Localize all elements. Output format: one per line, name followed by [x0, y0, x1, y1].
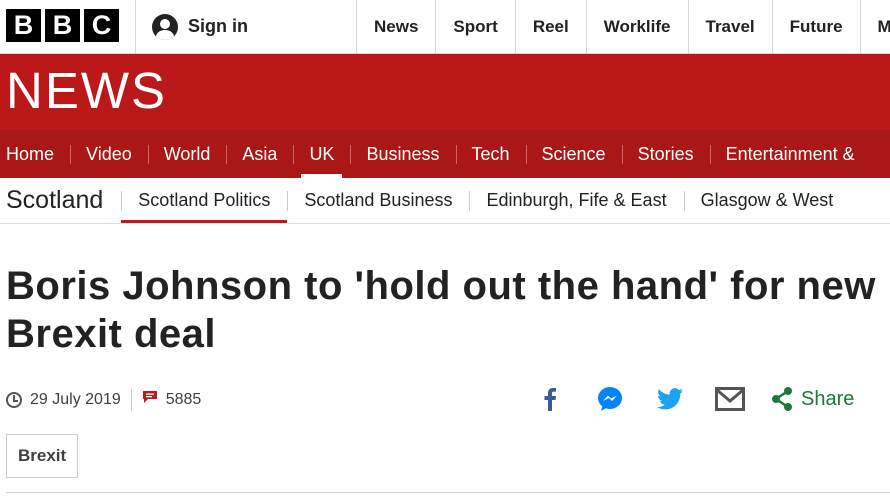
subnav-edinburgh-fife-east[interactable]: Edinburgh, Fife & East: [469, 178, 683, 223]
top-nav-future[interactable]: Future: [771, 0, 860, 53]
comment-icon[interactable]: [142, 390, 158, 404]
share-button[interactable]: Share: [771, 387, 854, 411]
bbc-masthead: B B C Sign in News Sport Reel Worklife T…: [0, 0, 890, 54]
top-nav-more[interactable]: M: [859, 0, 890, 53]
clock-icon: [6, 392, 22, 408]
facebook-icon[interactable]: [535, 384, 565, 414]
nav-asia[interactable]: Asia: [226, 130, 293, 178]
sign-in-label: Sign in: [188, 16, 248, 36]
nav-tech[interactable]: Tech: [455, 130, 526, 178]
subnav-glasgow-west[interactable]: Glasgow & West: [683, 178, 851, 223]
messenger-icon[interactable]: [595, 384, 625, 414]
divider: [6, 492, 890, 493]
twitter-icon[interactable]: [655, 384, 685, 414]
news-banner: NEWS: [0, 54, 890, 130]
share-label: Share: [801, 387, 855, 410]
article-headline: Boris Johnson to 'hold out the hand' for…: [6, 264, 876, 356]
top-nav-news[interactable]: News: [356, 0, 435, 53]
nav-video[interactable]: Video: [70, 130, 148, 178]
subnav-scotland-politics[interactable]: Scotland Politics: [121, 178, 288, 223]
top-nav-worklife[interactable]: Worklife: [585, 0, 688, 53]
share-icon: [772, 387, 792, 411]
top-nav-reel[interactable]: Reel: [514, 0, 586, 53]
bbc-logo-letter: C: [84, 9, 119, 42]
news-logo[interactable]: NEWS: [6, 61, 167, 120]
top-nav-travel[interactable]: Travel: [687, 0, 772, 53]
bbc-logo-letter: B: [45, 9, 80, 42]
bbc-top-nav: News Sport Reel Worklife Travel Future M: [356, 0, 890, 53]
user-icon: [152, 13, 178, 40]
nav-business[interactable]: Business: [350, 130, 455, 178]
nav-home[interactable]: Home: [0, 130, 70, 178]
scotland-secondary-nav: Scotland Scotland Politics Scotland Busi…: [0, 178, 890, 224]
nav-science[interactable]: Science: [525, 130, 622, 178]
comment-count[interactable]: 5885: [166, 391, 202, 409]
sign-in-link[interactable]: Sign in: [135, 0, 357, 53]
meta-divider: [130, 389, 132, 411]
article-meta: 29 July 2019 5885: [6, 386, 201, 414]
nav-uk[interactable]: UK: [293, 130, 350, 178]
nav-world[interactable]: World: [147, 130, 227, 178]
top-nav-sport[interactable]: Sport: [435, 0, 514, 53]
share-tools: Share: [535, 382, 854, 416]
section-title[interactable]: Scotland: [0, 186, 121, 215]
nav-stories[interactable]: Stories: [621, 130, 710, 178]
topic-tag-brexit[interactable]: Brexit: [6, 434, 79, 478]
article-date: 29 July 2019: [30, 391, 121, 408]
subnav-scotland-business[interactable]: Scotland Business: [287, 178, 469, 223]
bbc-logo-letter: B: [6, 9, 41, 42]
nav-entertainment[interactable]: Entertainment &: [709, 130, 871, 178]
news-primary-nav: Home Video World Asia UK Business Tech S…: [0, 130, 890, 178]
bbc-logo[interactable]: B B C: [6, 9, 119, 42]
email-icon[interactable]: [715, 384, 745, 414]
